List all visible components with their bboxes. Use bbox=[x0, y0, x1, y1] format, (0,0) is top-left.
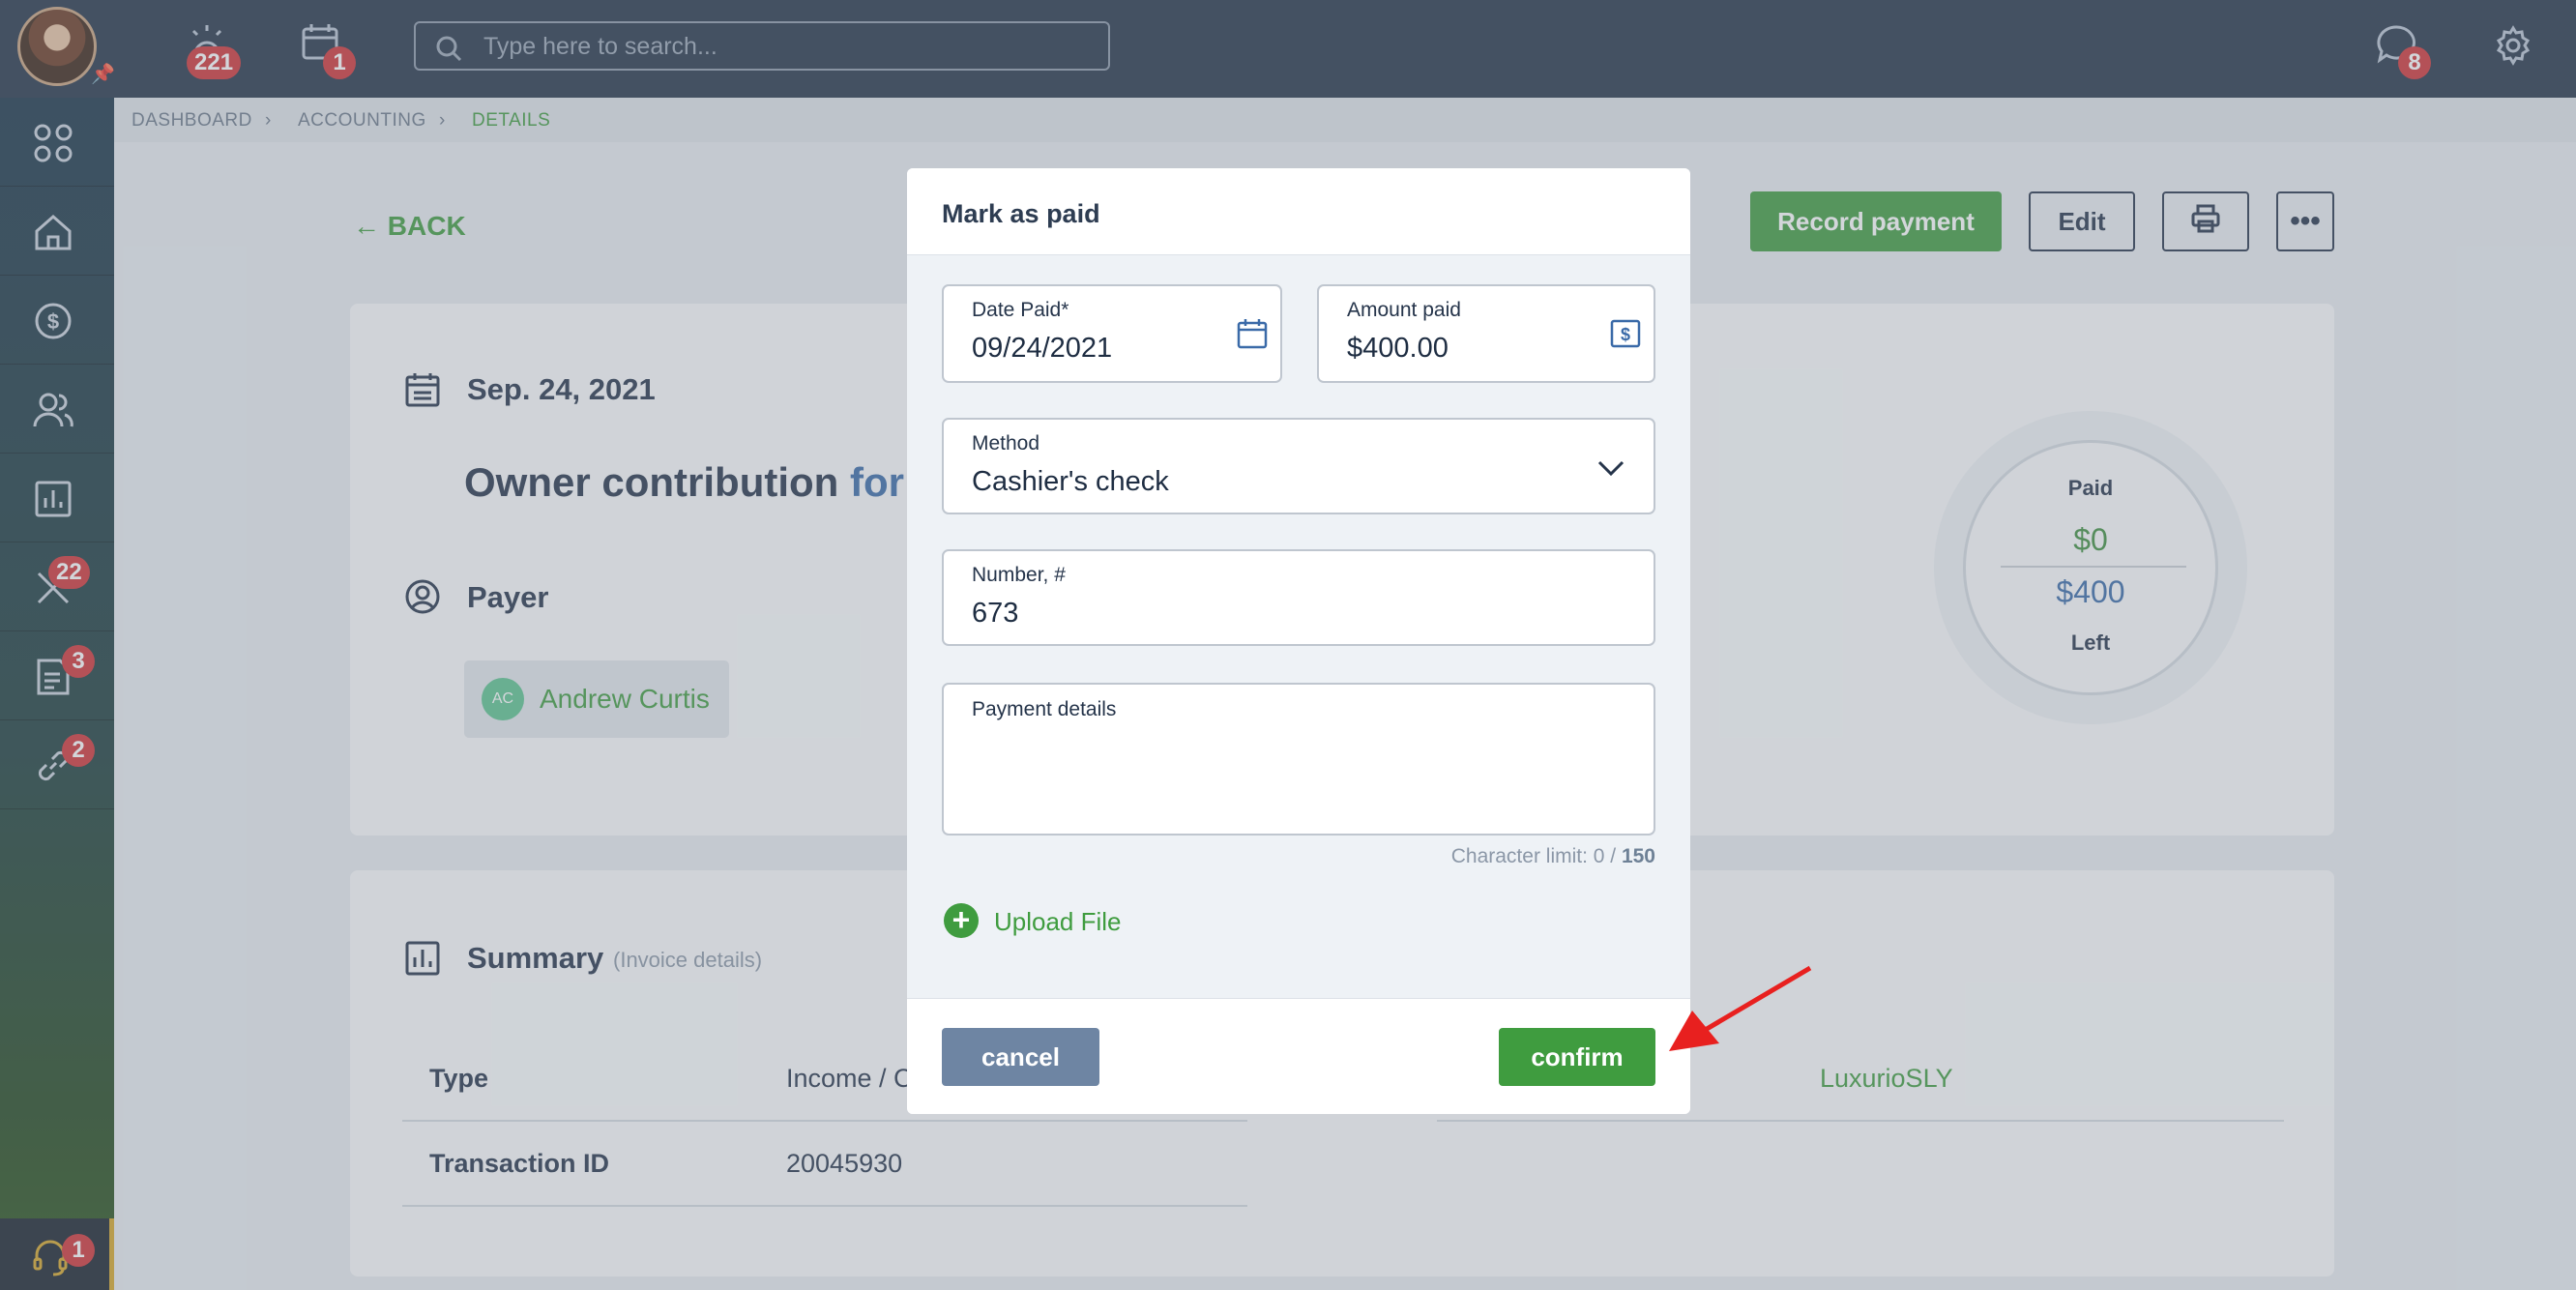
character-limit: Character limit: 0 / 150 bbox=[1450, 845, 1655, 867]
svg-text:$: $ bbox=[1621, 325, 1630, 344]
modal-footer: cancel confirm bbox=[907, 998, 1690, 1114]
date-paid-field[interactable]: Date Paid* 09/24/2021 bbox=[942, 284, 1282, 383]
mark-as-paid-modal: Mark as paid Date Paid* 09/24/2021 Amoun… bbox=[907, 168, 1690, 1114]
date-paid-value[interactable]: 09/24/2021 bbox=[972, 333, 1112, 365]
payment-details-textarea[interactable]: Payment details bbox=[942, 683, 1655, 836]
modal-title: Mark as paid bbox=[942, 199, 1100, 228]
method-select[interactable]: Method Cashier's check bbox=[942, 418, 1655, 514]
amount-paid-value[interactable]: $400.00 bbox=[1347, 333, 1449, 365]
calendar-icon[interactable] bbox=[1236, 317, 1269, 350]
method-value: Cashier's check bbox=[972, 466, 1169, 497]
chevron-down-icon bbox=[1597, 460, 1625, 477]
confirm-button[interactable]: confirm bbox=[1499, 1028, 1655, 1086]
amount-paid-field[interactable]: Amount paid $400.00 $ bbox=[1317, 284, 1655, 383]
plus-circle-icon: + bbox=[944, 903, 979, 938]
cancel-button[interactable]: cancel bbox=[942, 1028, 1099, 1086]
modal-header: Mark as paid bbox=[907, 168, 1690, 255]
number-field[interactable]: Number, # 673 bbox=[942, 549, 1655, 646]
number-value[interactable]: 673 bbox=[972, 598, 1018, 630]
money-icon: $ bbox=[1610, 319, 1641, 348]
annotation-arrow-icon bbox=[1669, 965, 1812, 1051]
